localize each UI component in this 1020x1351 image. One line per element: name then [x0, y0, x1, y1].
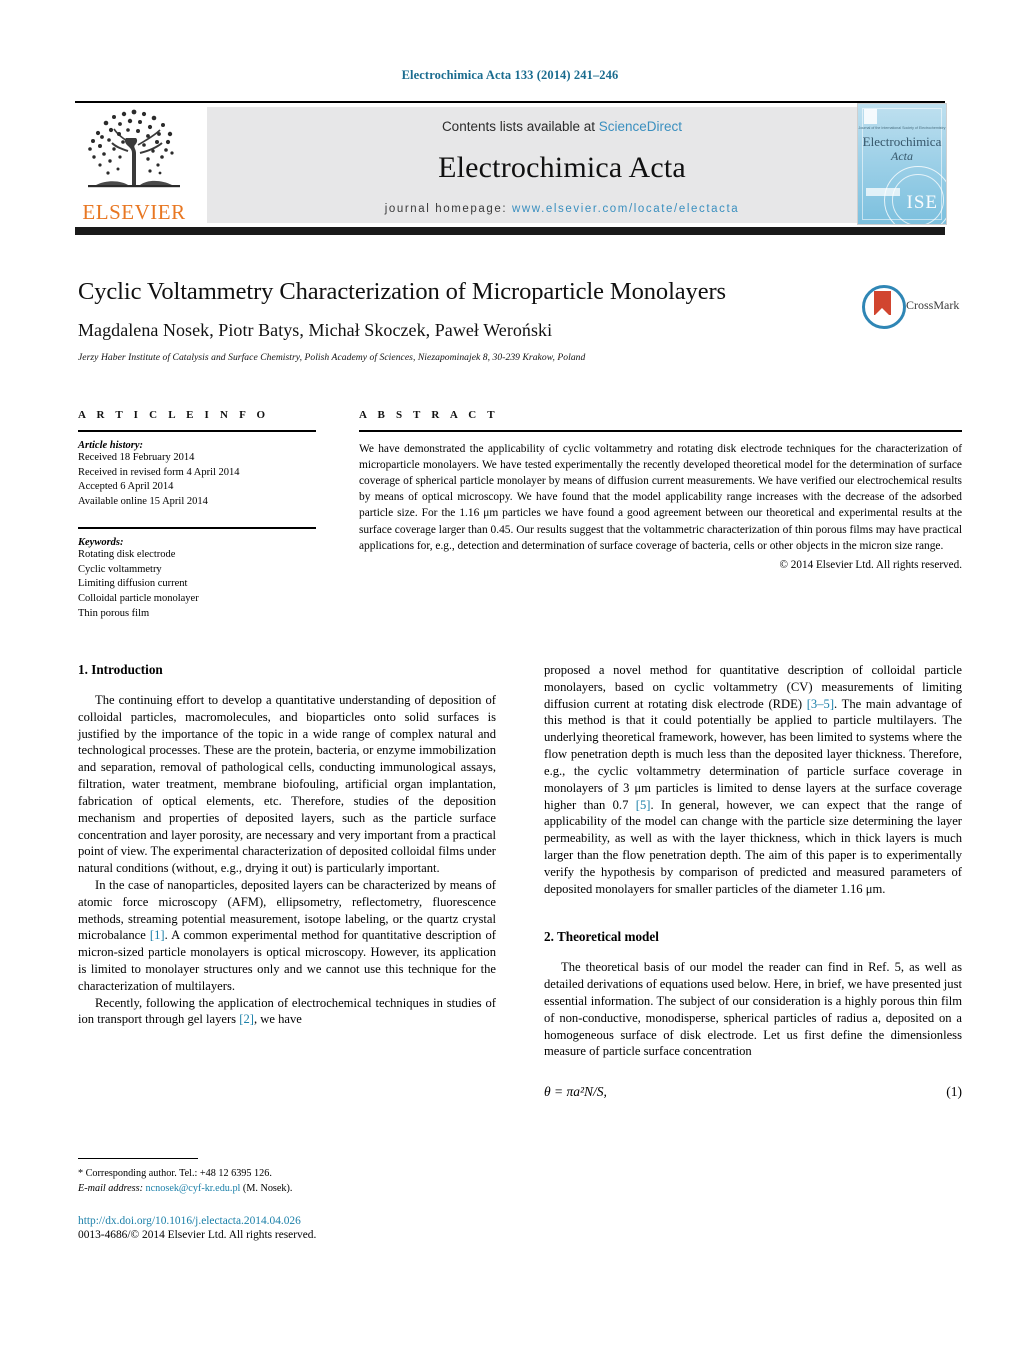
cover-ise-text: ISE [906, 192, 938, 213]
homepage-url-link[interactable]: www.elsevier.com/locate/electacta [512, 203, 739, 215]
keywords-label: Keywords: [78, 536, 124, 548]
article-info-rule [78, 430, 316, 432]
elsevier-wordmark: ELSEVIER [82, 200, 186, 224]
email-link[interactable]: ncnosek@cyf-kr.edu.pl [146, 1183, 241, 1194]
body-column-right: proposed a novel method for quantitative… [544, 662, 962, 1100]
keyword-item: Thin porous film [78, 608, 150, 620]
paragraph-part: , we have [253, 1012, 302, 1027]
paragraph: proposed a novel method for quantitative… [544, 662, 962, 897]
doi-link[interactable]: http://dx.doi.org/10.1016/j.electacta.20… [78, 1215, 508, 1227]
keyword-item: Rotating disk electrode [78, 548, 176, 560]
article-info-column: A R T I C L E I N F O Article history: R… [78, 409, 316, 622]
contents-prefix: Contents lists available at [441, 119, 599, 134]
article-history-item: Accepted 6 April 2014 [78, 481, 174, 493]
elsevier-tree-icon [88, 109, 180, 188]
email-suffix: (M. Nosek). [240, 1183, 293, 1195]
abstract-heading: A B S T R A C T [359, 409, 499, 421]
title-block: Cyclic Voltammetry Characterization of M… [78, 278, 838, 363]
paragraph: Recently, following the application of e… [78, 995, 496, 1029]
abstract-copyright: © 2014 Elsevier Ltd. All rights reserved… [779, 558, 963, 571]
crossmark-notch-shape [874, 308, 890, 316]
keywords-rule [78, 527, 316, 529]
abstract-rule [359, 430, 962, 432]
corresponding-author-note: * Corresponding author. Tel.: +48 12 639… [78, 1168, 272, 1180]
sciencedirect-link[interactable]: ScienceDirect [599, 119, 682, 134]
journal-homepage-line: journal homepage: www.elsevier.com/locat… [207, 203, 917, 215]
citation-ref[interactable]: [2] [239, 1012, 254, 1026]
article-history-item: Received in revised form 4 April 2014 [78, 466, 240, 478]
body-column-left: 1. Introduction The continuing effort to… [78, 662, 496, 1028]
section-heading-theoretical-model: 2. Theoretical model [544, 929, 659, 945]
citation-ref[interactable]: [1] [150, 928, 165, 942]
article-history-label: Article history: [78, 439, 144, 451]
keyword-item: Colloidal particle monolayer [78, 593, 199, 605]
masthead-top-rule [75, 101, 945, 103]
paragraph: The theoretical basis of our model the r… [544, 960, 962, 1059]
journal-title: Electrochimica Acta [438, 151, 686, 184]
keyword-item: Cyclic voltammetry [78, 563, 162, 575]
cover-elsevier-mark [864, 109, 877, 124]
footnote-rule [78, 1158, 198, 1160]
paragraph-part: . The main advantage of this method is t… [544, 696, 963, 812]
citation-ref[interactable]: [3–5] [807, 697, 834, 711]
authors-text: Magdalena Nosek, Piotr Batys, Michał Sko… [78, 320, 553, 341]
paper-page: Electrochimica Acta 133 (2014) 241–246 E… [0, 0, 1020, 1351]
paragraph: In the case of nanoparticles, deposited … [78, 877, 496, 995]
homepage-label: journal homepage: [384, 203, 508, 215]
equation-1: θ = πa²N/S, (1) [544, 1084, 962, 1100]
cover-top-caption: Journal of the International Society of … [858, 126, 946, 130]
citation-ref[interactable]: [5] [636, 798, 651, 812]
contents-available-line: Contents lists available at ScienceDirec… [207, 107, 917, 134]
masthead-bottom-rule [75, 227, 945, 235]
section-heading-introduction: 1. Introduction [78, 662, 163, 677]
cover-title-line1: Electrochimica [862, 134, 942, 149]
paragraph-part: . In general, how­ever, we can expect th… [544, 797, 962, 896]
paragraph: The continuing effort to develop a quant… [78, 693, 496, 876]
issn-copyright-line: 0013-4686/© 2014 Elsevier Ltd. All right… [78, 1229, 317, 1241]
journal-cover-thumbnail: Journal of the International Society of … [857, 103, 947, 225]
equation-1-body: θ = πa²N/S, [544, 1084, 607, 1100]
author-list: Magdalena Nosek, Piotr Batys, Michał Sko… [78, 320, 838, 341]
abstract-text: We have demonstrated the applicability o… [359, 442, 962, 552]
cover-title-line2: Acta [891, 149, 913, 163]
abstract-column: A B S T R A C T We have demonstrated the… [359, 409, 962, 571]
elsevier-logo: ELSEVIER [75, 107, 193, 224]
doi-block: http://dx.doi.org/10.1016/j.electacta.20… [78, 1215, 508, 1241]
crossmark-icon [862, 285, 906, 329]
keyword-item: Limiting diffusion current [78, 578, 188, 590]
journal-masthead: ELSEVIER Contents lists available at Sci… [75, 101, 947, 235]
footnote-block: * Corresponding author. Tel.: +48 12 639… [78, 1158, 496, 1197]
masthead-banner: Contents lists available at ScienceDirec… [207, 107, 917, 223]
running-head: Electrochimica Acta 133 (2014) 241–246 [401, 68, 619, 82]
email-label: E-mail address: [78, 1183, 143, 1195]
equation-1-number: (1) [946, 1084, 962, 1100]
affiliation-line: Jerzy Haber Institute of Catalysis and S… [78, 352, 586, 364]
email-note: E-mail address: ncnosek@cyf-kr.edu.pl (M… [78, 1182, 496, 1197]
crossmark-badge[interactable]: CrossMark [862, 285, 960, 329]
crossmark-label: CrossMark [906, 298, 960, 312]
article-history-item: Received 18 February 2014 [78, 451, 195, 463]
article-history-item: Available online 15 April 2014 [78, 496, 208, 508]
article-info-heading: A R T I C L E I N F O [78, 409, 270, 421]
page-title: Cyclic Voltammetry Characterization of M… [78, 278, 726, 305]
